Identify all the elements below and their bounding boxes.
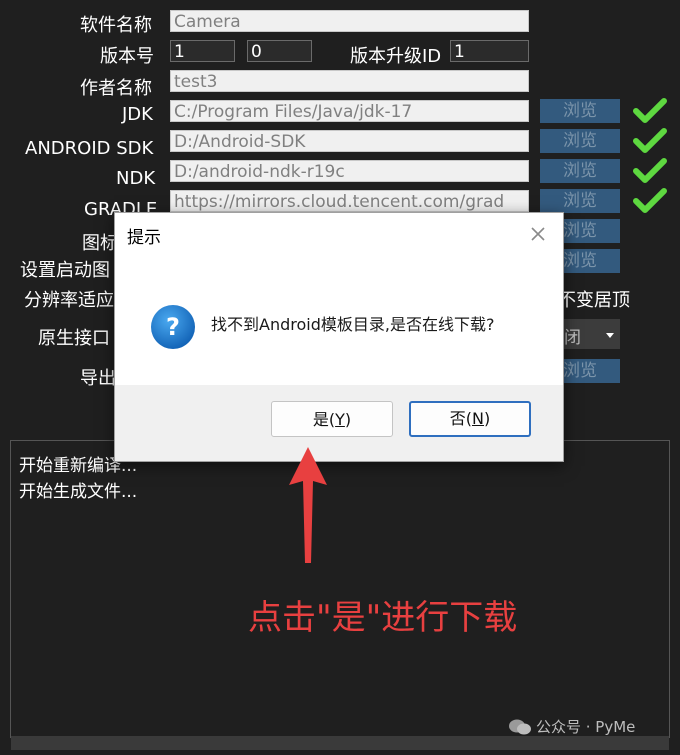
no-label-end: ) — [483, 409, 491, 428]
name-label: 软件名称 — [80, 15, 152, 36]
sdk-browse-button[interactable]: 浏览 — [540, 129, 620, 153]
jdk-check-icon — [633, 98, 667, 123]
resolution-label: 分辨率适应 — [24, 290, 114, 311]
sdk-path-field[interactable]: D:/Android-SDK — [170, 130, 529, 152]
version-minor-field[interactable]: 0 — [247, 40, 312, 62]
no-label-text: 否( — [449, 409, 473, 428]
gradle-browse-button[interactable]: 浏览 — [540, 189, 620, 213]
ndk-path-field[interactable]: D:/android-ndk-r19c — [170, 160, 529, 182]
sdk-check-icon — [633, 128, 667, 153]
horizontal-scrollbar[interactable] — [11, 736, 669, 750]
icon-label: 图标 — [82, 233, 118, 254]
jdk-path-field[interactable]: C:/Program Files/Java/jdk-17 — [170, 100, 529, 122]
version-label: 版本号 — [100, 46, 154, 67]
ndk-label: NDK — [116, 168, 156, 189]
export-label: 导出 — [80, 368, 116, 389]
annotation-text: 点击"是"进行下载 — [248, 598, 518, 638]
dialog-titlebar: 提示 — [115, 213, 563, 257]
name-field[interactable]: Camera — [170, 10, 529, 32]
dialog-title: 提示 — [127, 228, 161, 248]
yes-label-end: ) — [344, 410, 352, 429]
ndk-check-icon — [633, 158, 667, 183]
dialog-body: ? 找不到Android模板目录,是否在线下载? — [115, 257, 563, 385]
yes-button[interactable]: 是(Y) — [271, 401, 393, 437]
ndk-browse-button[interactable]: 浏览 — [540, 159, 620, 183]
upgrade-id-field[interactable]: 1 — [450, 40, 529, 62]
svg-text:?: ? — [166, 313, 180, 341]
jdk-browse-button[interactable]: 浏览 — [540, 99, 620, 123]
log-output[interactable]: 开始重新编译... 开始生成文件... — [10, 440, 670, 738]
upgrade-id-label: 版本升级ID — [350, 46, 442, 67]
yes-label-text: 是( — [312, 410, 336, 429]
splash-label: 设置启动图 — [20, 260, 110, 281]
yes-mnemonic: Y — [335, 410, 345, 429]
native-interface-value: 闭 — [564, 328, 581, 348]
native-interface-label: 原生接口 — [38, 328, 110, 349]
log-line: 开始生成文件... — [19, 482, 138, 502]
red-arrow-icon — [289, 447, 327, 563]
question-icon: ? — [151, 305, 195, 349]
confirm-dialog: 提示 ? 找不到Android模板目录,是否在线下载? 是(Y) 否(N) — [114, 212, 564, 462]
gradle-check-icon — [633, 188, 667, 213]
chevron-down-icon — [606, 333, 614, 338]
watermark-text: 公众号 · PyMe — [536, 718, 636, 736]
wechat-icon — [509, 719, 531, 735]
dialog-message: 找不到Android模板目录,是否在线下载? — [211, 315, 495, 334]
jdk-label: JDK — [122, 104, 153, 125]
gradle-path-field[interactable]: https://mirrors.cloud.tencent.com/grad — [170, 190, 529, 212]
close-icon[interactable] — [527, 223, 549, 245]
author-label: 作者名称 — [80, 78, 152, 99]
author-field[interactable]: test3 — [170, 70, 529, 92]
no-mnemonic: N — [472, 409, 484, 428]
keep-top-label[interactable]: 不变居顶 — [558, 286, 630, 312]
version-major-field[interactable]: 1 — [170, 40, 235, 62]
sdk-label: ANDROID SDK — [25, 138, 154, 159]
no-button[interactable]: 否(N) — [409, 401, 531, 437]
